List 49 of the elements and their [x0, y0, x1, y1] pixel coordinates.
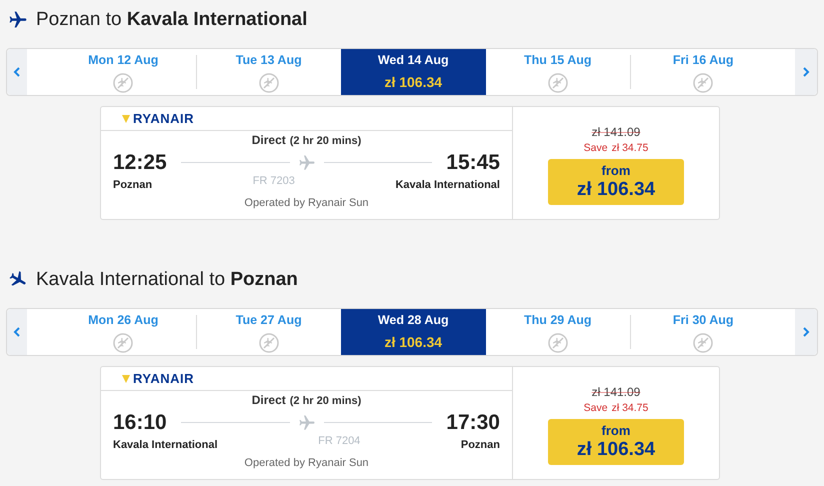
next-button[interactable] — [795, 49, 817, 95]
departure-time: 16:10 — [113, 410, 167, 435]
no-flights-icon — [548, 332, 568, 353]
chevron-left-icon — [13, 67, 21, 77]
flight-number: FR 7203 — [252, 174, 295, 188]
airline-logo: RYANAIR — [133, 110, 194, 128]
no-flights-icon — [693, 72, 714, 93]
previous-button[interactable] — [7, 309, 27, 355]
route-title: Poznan to Kavala International — [36, 8, 308, 32]
date-tab[interactable]: Wed 14 Aug zł 106.34 — [341, 49, 486, 95]
chevron-right-icon — [802, 327, 810, 337]
date-tab[interactable]: Wed 28 Aug zł 106.34 — [341, 309, 486, 355]
arrival-time: 15:45 — [446, 150, 500, 175]
saving-label: Save — [584, 141, 608, 156]
no-flights-icon — [258, 332, 279, 353]
airplane-icon — [298, 154, 316, 172]
route-title: Kavala International to Poznan — [36, 268, 298, 292]
operator-label: Operated by Ryanair Sun — [244, 196, 369, 210]
previous-button[interactable] — [7, 49, 27, 95]
departure-airport: Kavala International — [113, 438, 218, 452]
stops-label: Direct — [252, 134, 286, 148]
departure-time: 12:25 — [113, 150, 167, 175]
price-button[interactable]: from zł 106.34 — [548, 418, 684, 465]
no-flights-icon — [548, 72, 568, 93]
duration-label: (2 hr 20 mins) — [290, 395, 362, 408]
harp-logo-icon — [121, 114, 131, 124]
saving-label: Save — [584, 401, 608, 416]
duration-label: (2 hr 20 mins) — [290, 135, 362, 148]
no-flights-icon — [258, 72, 279, 93]
flight-number: FR 7204 — [318, 434, 360, 448]
airline-logo: RYANAIR — [133, 370, 194, 388]
stops-label: Direct — [252, 394, 286, 408]
arrival-airport: Poznan — [460, 438, 500, 452]
arrival-time: 17:30 — [446, 410, 500, 435]
no-flights-icon — [113, 72, 134, 93]
airplane-icon — [298, 414, 316, 432]
no-flights-icon — [113, 332, 134, 353]
next-button[interactable] — [795, 309, 817, 355]
operator-label: Operated by Ryanair Sun — [244, 456, 369, 470]
chevron-right-icon — [802, 67, 810, 77]
price-button[interactable]: from zł 106.34 — [548, 158, 684, 205]
harp-logo-icon — [121, 374, 131, 384]
saving-amount: zł 34.75 — [612, 401, 648, 416]
saving-amount: zł 34.75 — [612, 141, 648, 156]
no-flights-icon — [693, 332, 714, 353]
departure-airport: Poznan — [113, 178, 152, 192]
airplane-icon — [8, 10, 28, 30]
chevron-left-icon — [13, 327, 21, 337]
arrival-airport: Kavala International — [395, 178, 500, 192]
